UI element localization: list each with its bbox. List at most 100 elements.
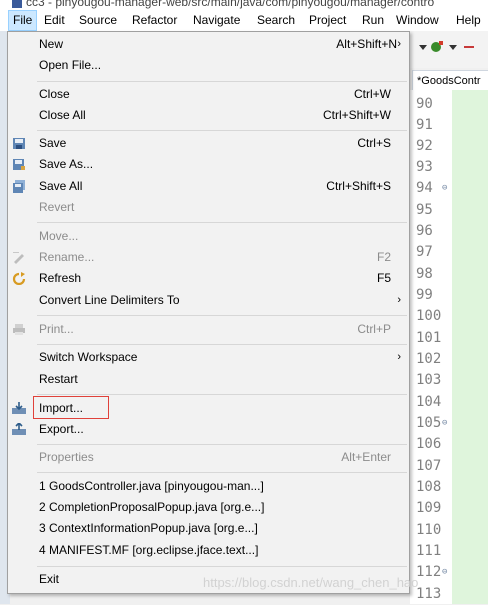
run-menu-icon[interactable]: [462, 40, 476, 54]
menu-refactor[interactable]: Refactor: [128, 10, 181, 31]
line-number: 112 ⊖: [416, 562, 452, 583]
menu-item-close-all[interactable]: Close All Ctrl+Shift+W: [8, 105, 409, 126]
fold-collapse-icon[interactable]: ⊖: [442, 178, 447, 199]
menu-item-print[interactable]: Print... Ctrl+P: [8, 319, 409, 340]
menu-item-new[interactable]: New Alt+Shift+N ›: [8, 34, 409, 55]
line-number: 92: [416, 138, 433, 154]
line-number: 103: [416, 372, 442, 388]
editor-tab-goodscontroller[interactable]: *GoodsContr: [412, 70, 488, 90]
menu-item-label: Refresh: [39, 271, 82, 285]
export-icon: [12, 423, 26, 435]
menu-item-move[interactable]: Move...: [8, 226, 409, 247]
line-number: 90: [416, 96, 433, 112]
import-icon: [12, 402, 26, 414]
recent-file-item[interactable]: 2 CompletionProposalPopup.java [org.e...…: [8, 497, 409, 518]
line-number: 94 ⊖: [416, 178, 452, 199]
menu-file[interactable]: File: [8, 10, 38, 31]
menu-item-shortcut: Alt+Shift+N: [336, 37, 397, 51]
menu-item-open-file[interactable]: Open File...: [8, 55, 409, 76]
menu-item-save-all[interactable]: Save All Ctrl+Shift+S: [8, 176, 409, 197]
line-number-text: 94: [416, 180, 433, 196]
menu-search[interactable]: Search: [253, 10, 299, 31]
import-highlight-annotation: [33, 396, 109, 419]
menu-item-switch-workspace[interactable]: Switch Workspace ›: [8, 347, 409, 368]
menu-source[interactable]: Source: [75, 10, 121, 31]
menu-item-rename[interactable]: Rename... F2: [8, 247, 409, 268]
line-number-text: 105: [416, 415, 442, 431]
dropdown-arrow-icon[interactable]: [416, 40, 430, 54]
code-editor-area[interactable]: [452, 90, 488, 604]
menu-item-refresh[interactable]: Refresh F5: [8, 268, 409, 289]
menu-item-label: Close: [39, 87, 70, 101]
line-number: 108: [416, 479, 442, 495]
menu-help[interactable]: Help: [452, 10, 485, 31]
menu-item-shortcut: Ctrl+Shift+W: [322, 108, 391, 122]
menu-window[interactable]: Window: [392, 10, 443, 31]
rename-icon: [13, 252, 24, 264]
submenu-arrow-icon: ›: [397, 294, 401, 306]
menu-separator: [37, 315, 407, 316]
menu-item-label: Save As...: [39, 157, 94, 171]
recent-file-item[interactable]: 1 GoodsController.java [pinyougou-man...…: [8, 476, 409, 497]
refresh-icon: [12, 272, 26, 285]
menu-item-label: Move...: [39, 229, 79, 243]
menu-item-revert[interactable]: Revert: [8, 197, 409, 218]
line-number: 93: [416, 159, 433, 175]
menu-separator: [37, 444, 407, 445]
line-number: 106: [416, 436, 442, 452]
menu-item-export[interactable]: Export...: [8, 419, 409, 440]
line-number: 113: [416, 586, 442, 602]
line-number: 109: [416, 500, 442, 516]
menu-item-save-as[interactable]: Save As...: [8, 154, 409, 175]
menu-item-label: 4 MANIFEST.MF [org.eclipse.jface.text...…: [39, 543, 259, 557]
menu-item-save[interactable]: Save Ctrl+S: [8, 133, 409, 154]
line-number: 97: [416, 244, 433, 260]
line-number: 98: [416, 266, 433, 282]
menu-item-label: Switch Workspace: [39, 350, 138, 364]
eclipse-app-icon: [12, 0, 22, 8]
menu-item-label: Restart: [39, 372, 78, 386]
menu-project[interactable]: Project: [305, 10, 350, 31]
watermark-text: https://blog.csdn.net/wang_chen_hao: [203, 575, 419, 590]
menu-item-properties[interactable]: Properties Alt+Enter: [8, 447, 409, 468]
menu-item-label: Open File...: [39, 58, 102, 72]
menu-item-label: New: [39, 37, 64, 51]
line-number: 110: [416, 522, 442, 538]
menu-navigate[interactable]: Navigate: [189, 10, 244, 31]
recent-file-item[interactable]: 4 MANIFEST.MF [org.eclipse.jface.text...…: [8, 540, 409, 561]
save-icon: [13, 138, 25, 149]
fold-collapse-icon[interactable]: ⊖: [442, 562, 447, 583]
menu-item-label: 2 CompletionProposalPopup.java [org.e...…: [39, 500, 265, 514]
menu-item-label: Save All: [39, 179, 83, 193]
menu-item-shortcut: Ctrl+W: [354, 87, 391, 101]
fold-collapse-icon[interactable]: ⊖: [442, 413, 447, 434]
menu-separator: [37, 222, 407, 223]
file-menu-dropdown: New Alt+Shift+N › Open File... Close Ctr…: [7, 31, 410, 594]
line-number: 96: [416, 223, 433, 239]
dropdown-arrow-icon[interactable]: [446, 40, 460, 54]
menu-item-label: Revert: [39, 200, 75, 214]
menu-edit[interactable]: Edit: [40, 10, 69, 31]
menu-item-close[interactable]: Close Ctrl+W: [8, 84, 409, 105]
new-java-class-icon[interactable]: [430, 40, 444, 54]
print-icon: [13, 324, 25, 335]
menu-item-label: Print...: [39, 322, 74, 336]
submenu-arrow-icon: ›: [397, 38, 401, 50]
menu-item-convert-line-delimiters[interactable]: Convert Line Delimiters To ›: [8, 290, 409, 311]
menu-run[interactable]: Run: [358, 10, 388, 31]
menu-separator: [37, 472, 407, 473]
line-number: 95: [416, 202, 433, 218]
menu-item-label: Properties: [39, 450, 94, 464]
line-number-ruler: 90 91 92 93 94 ⊖ 95 96 97 98 99 100 101 1…: [410, 90, 452, 604]
menu-item-restart[interactable]: Restart: [8, 369, 409, 390]
menu-item-label: Export...: [39, 422, 84, 436]
recent-file-item[interactable]: 3 ContextInformationPopup.java [org.e...…: [8, 518, 409, 539]
menu-item-label: Convert Line Delimiters To: [39, 293, 180, 307]
line-number: 105 ⊖: [416, 413, 452, 434]
window-title: cc3 - pinyougou-manager-web/src/main/jav…: [26, 0, 435, 9]
line-number: 100: [416, 308, 442, 324]
menu-item-shortcut: F5: [376, 271, 391, 285]
menu-item-label: 1 GoodsController.java [pinyougou-man...…: [39, 479, 264, 493]
line-number: 111: [416, 543, 442, 559]
menu-separator: [37, 344, 407, 345]
